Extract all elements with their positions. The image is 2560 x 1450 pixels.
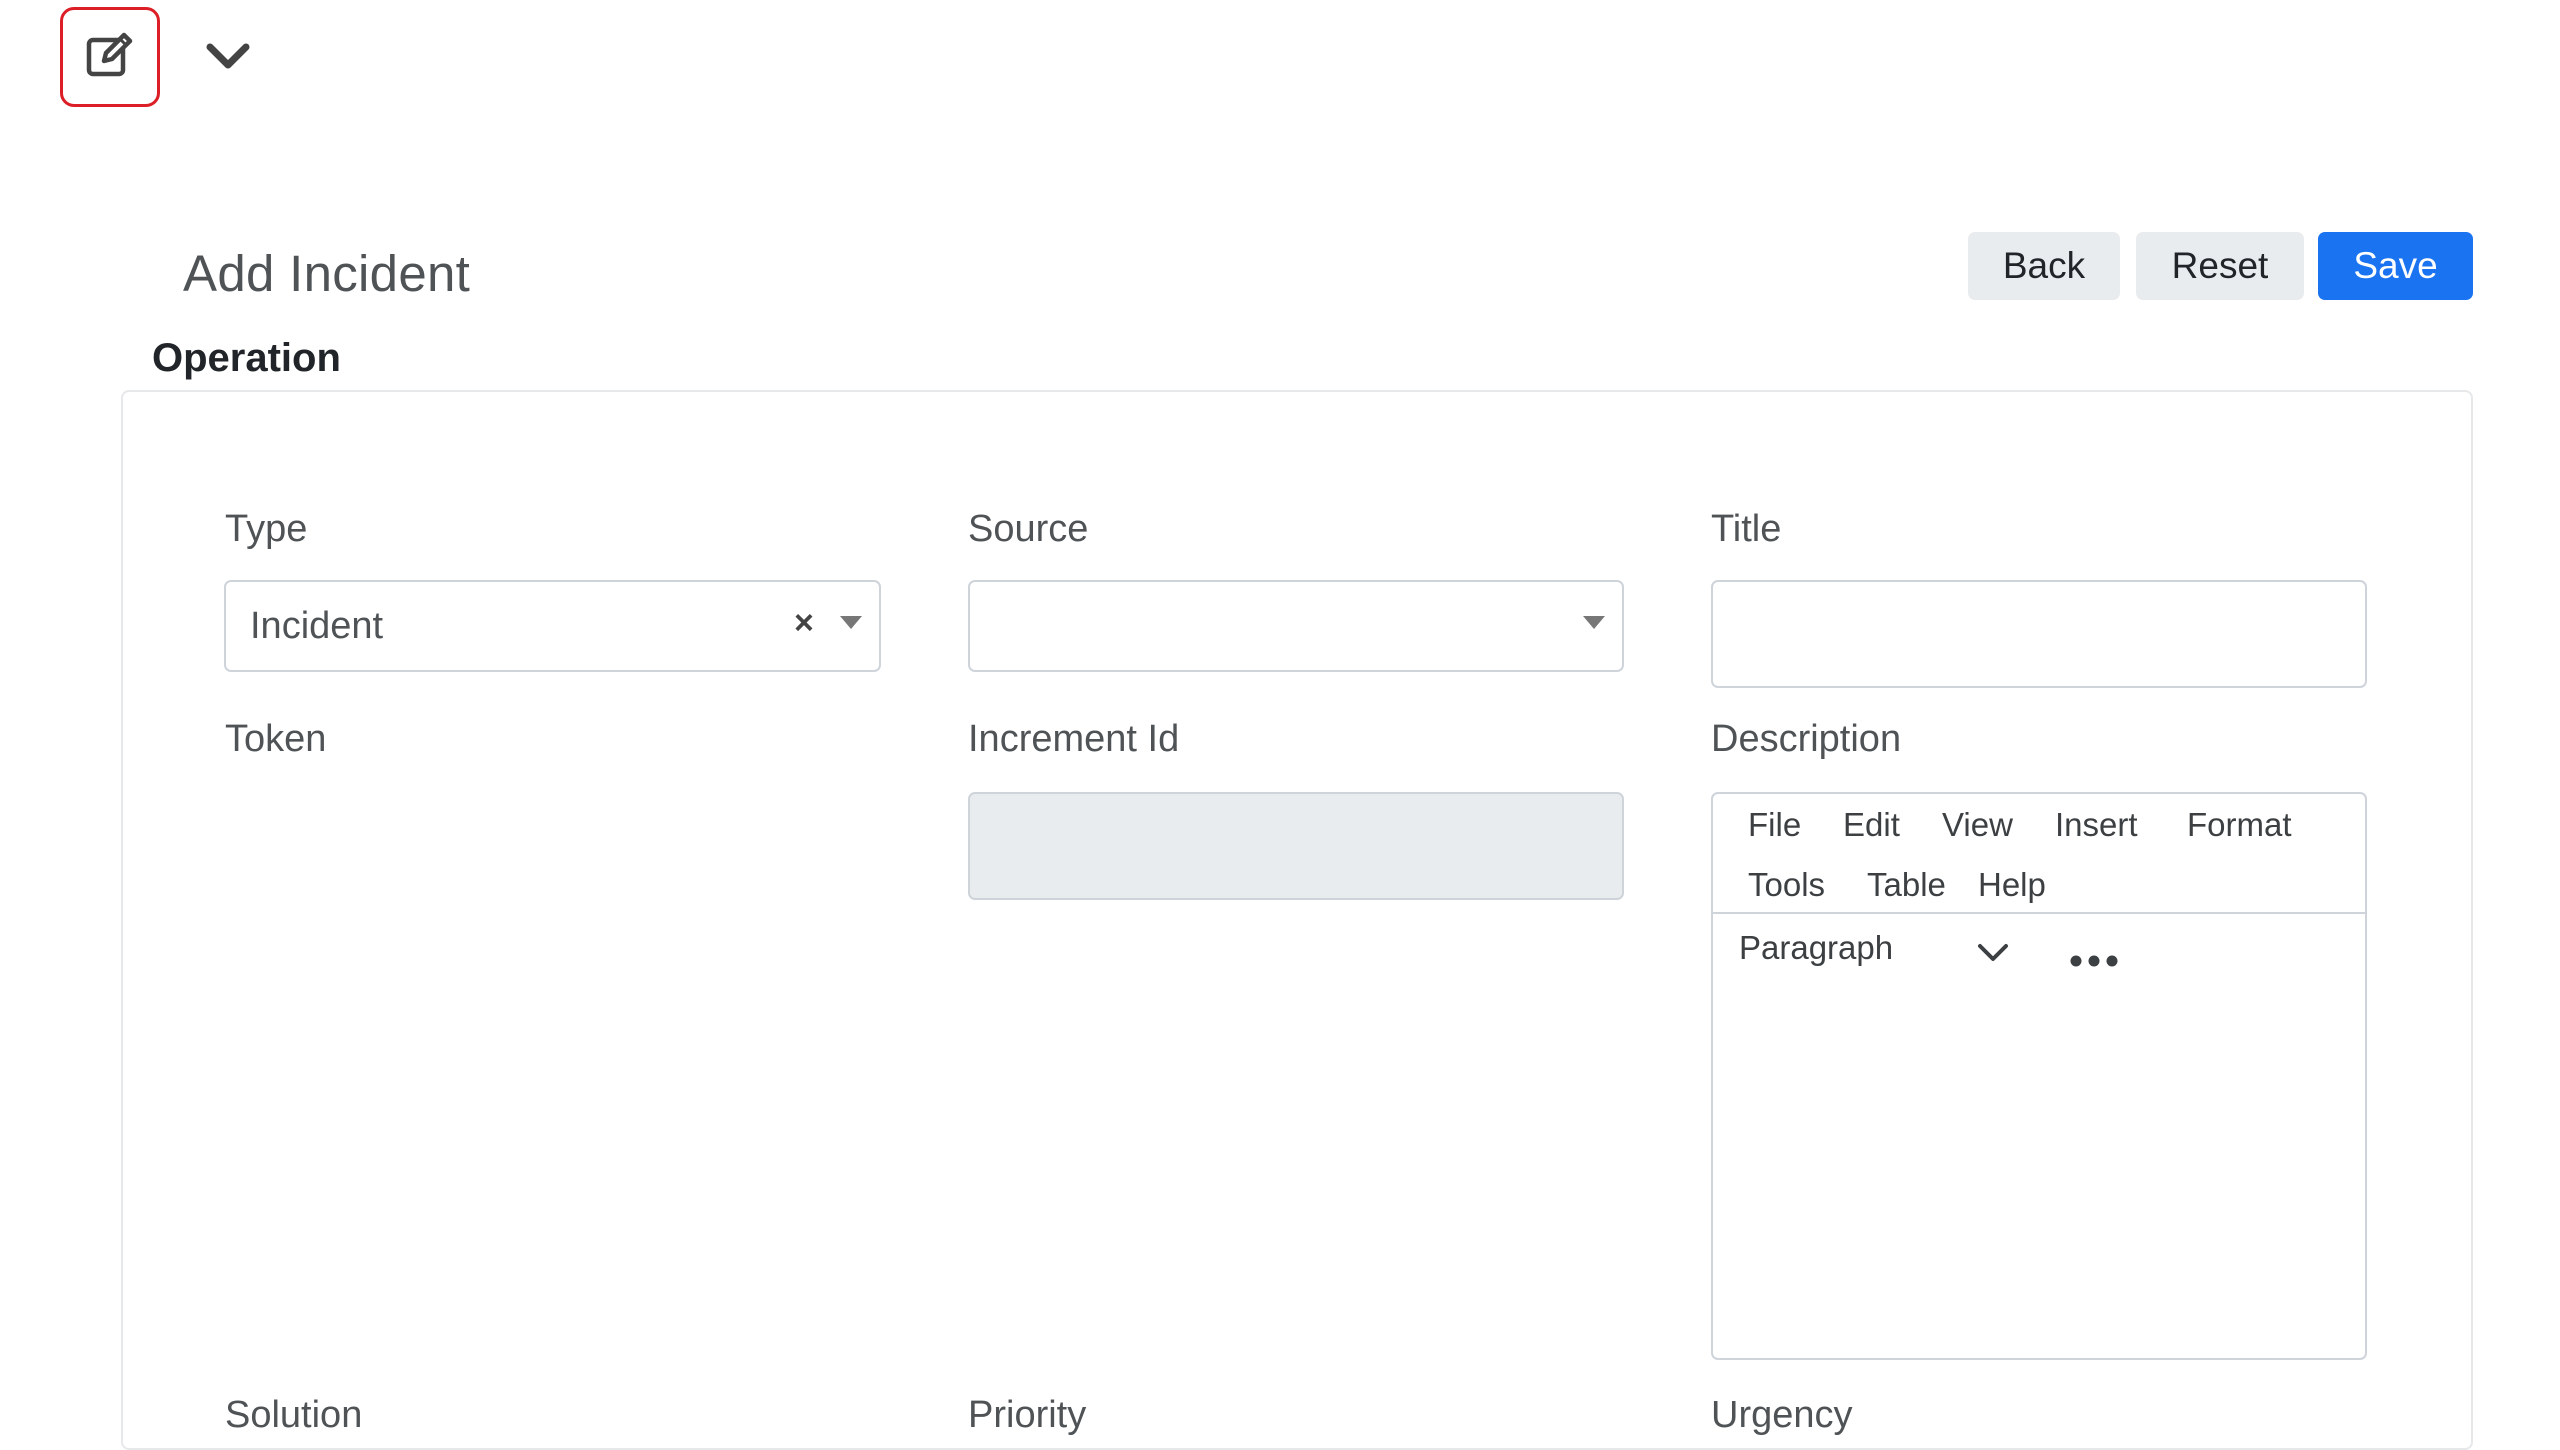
caret-down-icon — [1583, 616, 1605, 629]
menu-format[interactable]: Format — [2187, 806, 2292, 844]
type-label: Type — [225, 508, 308, 550]
menu-insert[interactable]: Insert — [2055, 806, 2138, 844]
urgency-label: Urgency — [1711, 1394, 1853, 1436]
increment-id-input — [968, 792, 1624, 900]
description-label: Description — [1711, 718, 1902, 760]
reset-button[interactable]: Reset — [2136, 232, 2304, 300]
caret-down-icon — [840, 616, 862, 629]
source-label: Source — [968, 508, 1089, 550]
editor-content-area[interactable] — [1713, 994, 2365, 1358]
menu-table[interactable]: Table — [1867, 866, 1946, 904]
menu-file[interactable]: File — [1748, 806, 1801, 844]
type-select-value: Incident — [250, 604, 384, 647]
solution-label: Solution — [225, 1394, 363, 1436]
menu-view[interactable]: View — [1942, 806, 2013, 844]
page-title: Add Incident — [183, 245, 471, 302]
type-select[interactable]: Incident × — [224, 580, 881, 672]
section-title: Operation — [152, 336, 341, 380]
save-button[interactable]: Save — [2318, 232, 2473, 300]
chevron-down-icon[interactable] — [200, 34, 256, 80]
menu-tools[interactable]: Tools — [1748, 866, 1825, 904]
back-button[interactable]: Back — [1968, 232, 2120, 300]
source-select[interactable] — [968, 580, 1624, 672]
priority-label: Priority — [968, 1394, 1087, 1436]
block-format-select[interactable]: Paragraph — [1739, 929, 1893, 967]
more-options-icon[interactable] — [2068, 936, 2120, 976]
title-label: Title — [1711, 508, 1782, 550]
clear-icon[interactable]: × — [794, 604, 814, 643]
edit-toggle-button[interactable] — [60, 7, 160, 107]
description-editor[interactable]: File Edit View Insert Format Tools Table… — [1711, 792, 2367, 1360]
token-label: Token — [225, 718, 327, 760]
edit-square-icon — [84, 29, 136, 86]
chevron-down-icon[interactable] — [1976, 942, 2010, 969]
menu-help[interactable]: Help — [1978, 866, 2046, 904]
menu-edit[interactable]: Edit — [1843, 806, 1900, 844]
increment-id-label: Increment Id — [968, 718, 1180, 760]
title-input[interactable] — [1711, 580, 2367, 688]
editor-menubar: File Edit View Insert Format Tools Table… — [1713, 794, 2365, 914]
